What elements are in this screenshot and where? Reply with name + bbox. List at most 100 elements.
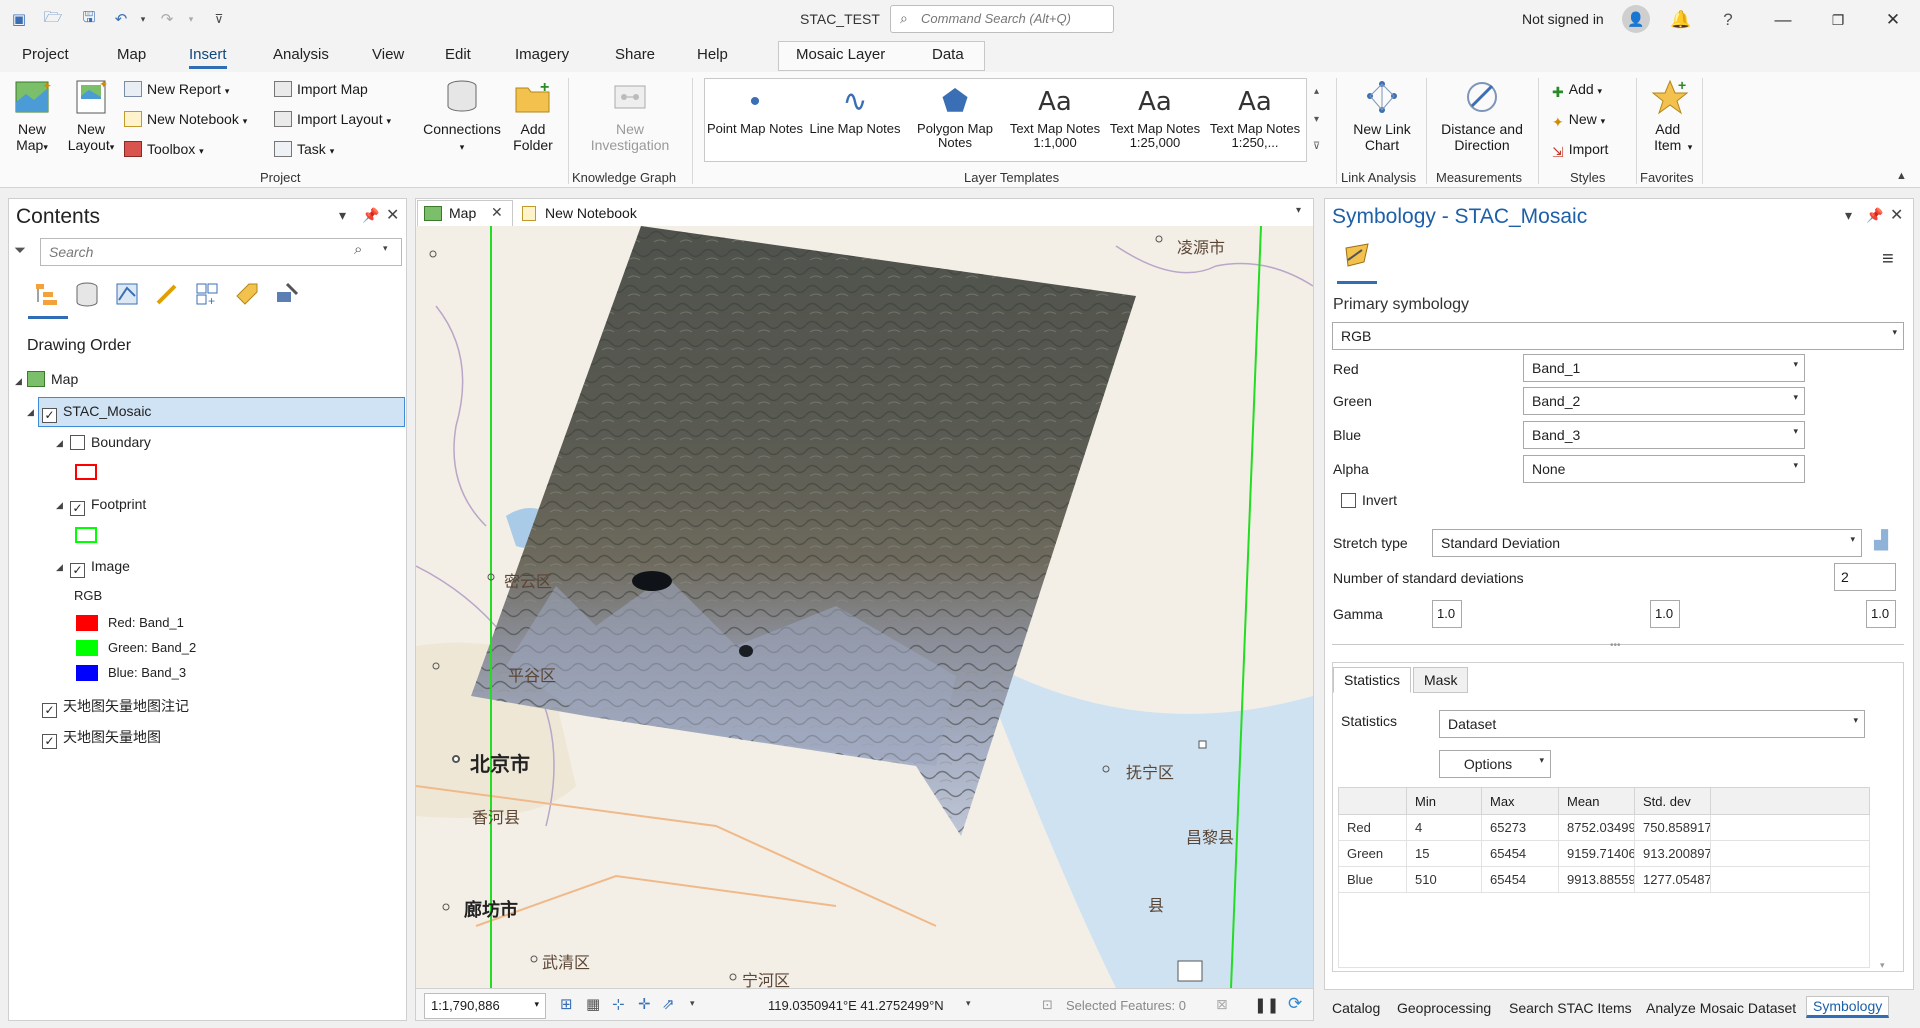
user-avatar-icon[interactable]: 👤 bbox=[1622, 5, 1650, 33]
primary-symbology-tab-icon[interactable] bbox=[1342, 240, 1372, 270]
invert-option[interactable]: Invert bbox=[1341, 492, 1397, 508]
command-search-input[interactable]: ⌕ Command Search (Alt+Q) bbox=[890, 5, 1114, 33]
text-map-notes-1000-button[interactable]: Aa Text Map Notes 1:1,000 bbox=[1006, 82, 1104, 150]
gamma-red-input[interactable]: 1.0 bbox=[1432, 600, 1462, 628]
sign-in-status[interactable]: Not signed in bbox=[1522, 11, 1604, 27]
text-map-notes-250-button[interactable]: Aa Text Map Notes 1:250,... bbox=[1206, 82, 1304, 150]
new-investigation-button[interactable]: New Investigation bbox=[580, 78, 680, 153]
map-scale-selector[interactable]: 1:1,790,886 ▾ bbox=[424, 993, 546, 1019]
help-icon[interactable]: ? bbox=[1713, 6, 1743, 34]
table-header[interactable]: Max bbox=[1481, 787, 1559, 815]
stac-mosaic-checkbox[interactable]: ✓ bbox=[42, 408, 57, 423]
menu-icon[interactable]: ≡ bbox=[1882, 248, 1894, 271]
new-link-chart-button[interactable]: New Link Chart bbox=[1346, 78, 1418, 153]
clear-selection-icon[interactable]: ⊠ bbox=[1216, 996, 1228, 1013]
invert-checkbox[interactable] bbox=[1341, 493, 1356, 508]
redo-icon[interactable]: ↷ bbox=[156, 8, 178, 30]
gamma-green-input[interactable]: 1.0 bbox=[1650, 600, 1680, 628]
tianditu-map-checkbox[interactable]: ✓ bbox=[42, 734, 57, 749]
table-header[interactable]: Std. dev bbox=[1634, 787, 1711, 815]
tab-edit[interactable]: Edit bbox=[445, 46, 471, 63]
line-map-notes-button[interactable]: ∿ Line Map Notes bbox=[806, 82, 904, 136]
toc-tianditu-map-item[interactable]: ✓ 天地图矢量地图 bbox=[42, 727, 161, 749]
table-header[interactable]: Min bbox=[1406, 787, 1482, 815]
new-map-button[interactable]: ✦ New Map▾ bbox=[8, 78, 56, 155]
tab-imagery[interactable]: Imagery bbox=[515, 46, 569, 63]
styles-add-button[interactable]: ✚ Add ▾ bbox=[1552, 81, 1602, 100]
close-map-tab-icon[interactable]: ✕ bbox=[491, 204, 503, 221]
task-button[interactable]: Task ▾ bbox=[274, 141, 334, 157]
customize-toolbar-icon[interactable]: ⊽ bbox=[208, 8, 230, 30]
stretch-type-dropdown[interactable]: Standard Deviation ▾ bbox=[1432, 529, 1862, 557]
constraints-icon[interactable]: ✛ bbox=[638, 995, 651, 1013]
add-item-button[interactable]: + Add Item ▾ bbox=[1644, 78, 1696, 155]
pane-options-icon[interactable]: ▾ bbox=[339, 207, 346, 224]
grid-icon[interactable]: ▦ bbox=[586, 995, 600, 1013]
close-window-icon[interactable]: ✕ bbox=[1878, 6, 1908, 34]
toc-stac-mosaic-item[interactable]: ✓ STAC_Mosaic bbox=[42, 403, 151, 423]
list-by-labeling-icon[interactable] bbox=[233, 280, 261, 308]
list-by-selection-icon[interactable] bbox=[113, 280, 141, 308]
table-row[interactable]: Red 4 65273 8752.03499 750.858917 bbox=[1338, 814, 1870, 841]
search-icon[interactable]: ⌕ bbox=[354, 241, 362, 258]
add-folder-button[interactable]: + Add Folder bbox=[508, 78, 558, 153]
close-pane-icon[interactable]: ✕ bbox=[1890, 205, 1903, 225]
styles-new-button[interactable]: ✦ New ▾ bbox=[1552, 111, 1605, 130]
table-row[interactable]: Blue 510 65454 9913.88559 1277.05487 bbox=[1338, 866, 1870, 893]
scroll-down-icon[interactable]: ▾ bbox=[1880, 960, 1885, 971]
renderer-dropdown[interactable]: RGB ▾ bbox=[1332, 322, 1904, 350]
list-by-snapping-icon[interactable]: + bbox=[193, 280, 221, 308]
pause-drawing-icon[interactable]: ❚❚ bbox=[1254, 996, 1279, 1014]
splitter-grip-icon[interactable]: ••• bbox=[1610, 640, 1621, 651]
tab-catalog[interactable]: Catalog bbox=[1332, 1000, 1380, 1016]
distance-direction-button[interactable]: Distance and Direction bbox=[1432, 78, 1532, 153]
pin-icon[interactable]: 📌 bbox=[362, 207, 379, 224]
polygon-map-notes-button[interactable]: ⬟ Polygon Map Notes bbox=[906, 82, 1004, 150]
contents-search-input[interactable]: Search bbox=[40, 238, 402, 266]
new-layout-button[interactable]: ✦ New Layout▾ bbox=[64, 78, 118, 155]
chevron-down-icon[interactable]: ▾ bbox=[690, 998, 695, 1009]
toc-image-item[interactable]: ✓ Image bbox=[70, 558, 130, 578]
toc-footprint-item[interactable]: ✓ Footprint bbox=[70, 496, 146, 516]
restore-icon[interactable]: ❐ bbox=[1823, 6, 1853, 34]
toc-map-item[interactable]: Map bbox=[27, 371, 78, 387]
collapse-footprint-icon[interactable]: ◢ bbox=[56, 500, 63, 511]
tab-data[interactable]: Data bbox=[932, 46, 964, 63]
tab-view[interactable]: View bbox=[372, 46, 404, 63]
collapse-image-icon[interactable]: ◢ bbox=[56, 562, 63, 573]
new-notebook-button[interactable]: New Notebook ▾ bbox=[124, 111, 247, 127]
number-of-std-input[interactable]: 2 bbox=[1834, 563, 1896, 591]
gallery-expand-icon[interactable]: ⊽ bbox=[1307, 134, 1326, 160]
redo-dropdown-icon[interactable]: ▾ bbox=[180, 8, 202, 30]
image-checkbox[interactable]: ✓ bbox=[70, 563, 85, 578]
toc-tianditu-annotation-item[interactable]: ✓ 天地图矢量地图注记 bbox=[42, 696, 189, 718]
list-by-perspective-imagery-icon[interactable] bbox=[273, 280, 301, 308]
list-by-source-icon[interactable] bbox=[73, 280, 101, 308]
close-pane-icon[interactable]: ✕ bbox=[386, 205, 399, 225]
blue-band-dropdown[interactable]: Band_3 ▾ bbox=[1523, 421, 1805, 449]
minimize-icon[interactable]: — bbox=[1768, 6, 1798, 34]
pane-options-icon[interactable]: ▾ bbox=[1845, 207, 1852, 224]
tab-insert[interactable]: Insert bbox=[189, 46, 227, 69]
snapping-icon[interactable]: ⊹ bbox=[612, 995, 625, 1013]
view-tabs-dropdown-icon[interactable]: ▾ bbox=[1296, 205, 1301, 216]
tab-symbology[interactable]: Symbology bbox=[1806, 996, 1890, 1018]
tab-mosaic-layer[interactable]: Mosaic Layer bbox=[796, 46, 885, 63]
tab-analysis[interactable]: Analysis bbox=[273, 46, 329, 63]
tab-geoprocessing[interactable]: Geoprocessing bbox=[1397, 1000, 1491, 1016]
tab-share[interactable]: Share bbox=[615, 46, 655, 63]
collapse-stac-mosaic-icon[interactable]: ◢ bbox=[27, 407, 34, 418]
point-map-notes-button[interactable]: • Point Map Notes bbox=[706, 82, 804, 136]
tab-analyze-mosaic-dataset[interactable]: Analyze Mosaic Dataset bbox=[1646, 1000, 1796, 1016]
list-by-drawing-order-icon[interactable] bbox=[33, 280, 61, 308]
styles-import-button[interactable]: ⇲ Import bbox=[1552, 141, 1608, 160]
green-band-dropdown[interactable]: Band_2 ▾ bbox=[1523, 387, 1805, 415]
footprint-checkbox[interactable]: ✓ bbox=[70, 501, 85, 516]
filter-icon[interactable]: ⏷ bbox=[14, 242, 26, 259]
open-project-icon[interactable]: 🗁 bbox=[42, 8, 64, 30]
collapse-map-icon[interactable]: ◢ bbox=[15, 376, 22, 387]
table-header[interactable]: Mean bbox=[1558, 787, 1635, 815]
collapse-ribbon-icon[interactable]: ▲ bbox=[1896, 170, 1907, 182]
map-canvas[interactable]: 凌源市 密云区 平谷区 北京市 香河县 抚宁区 昌黎县 廊坊市 武清区 宁河区 … bbox=[416, 226, 1313, 988]
fixed-zoom-icon[interactable]: ⊞ bbox=[560, 995, 573, 1013]
